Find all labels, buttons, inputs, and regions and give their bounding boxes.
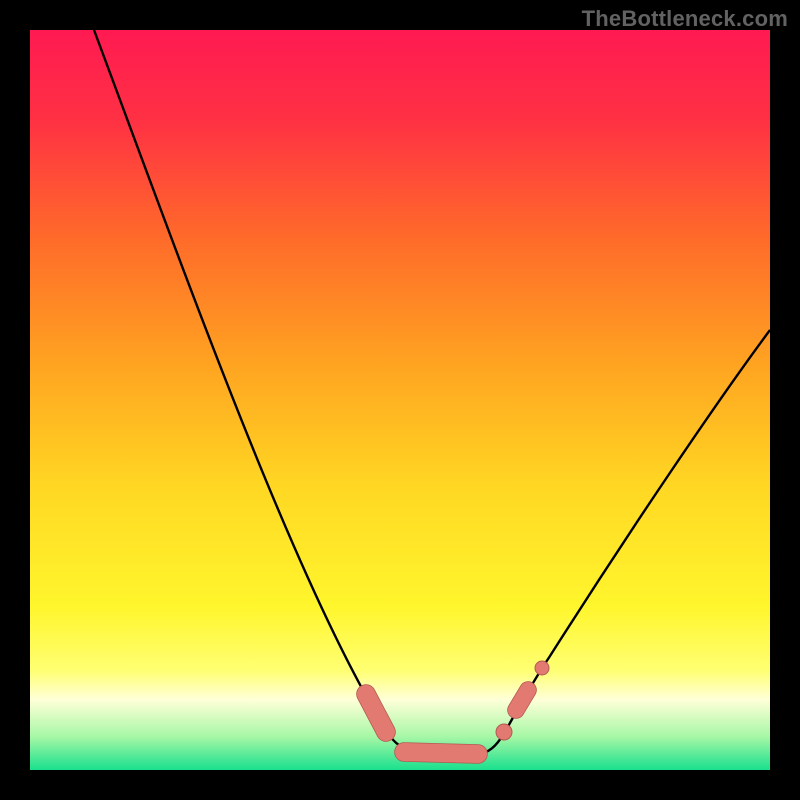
chart-frame: TheBottleneck.com <box>0 0 800 800</box>
watermark-text: TheBottleneck.com <box>582 6 788 32</box>
plot-area <box>30 30 770 770</box>
gradient-background <box>30 30 770 770</box>
chart-svg <box>30 30 770 770</box>
